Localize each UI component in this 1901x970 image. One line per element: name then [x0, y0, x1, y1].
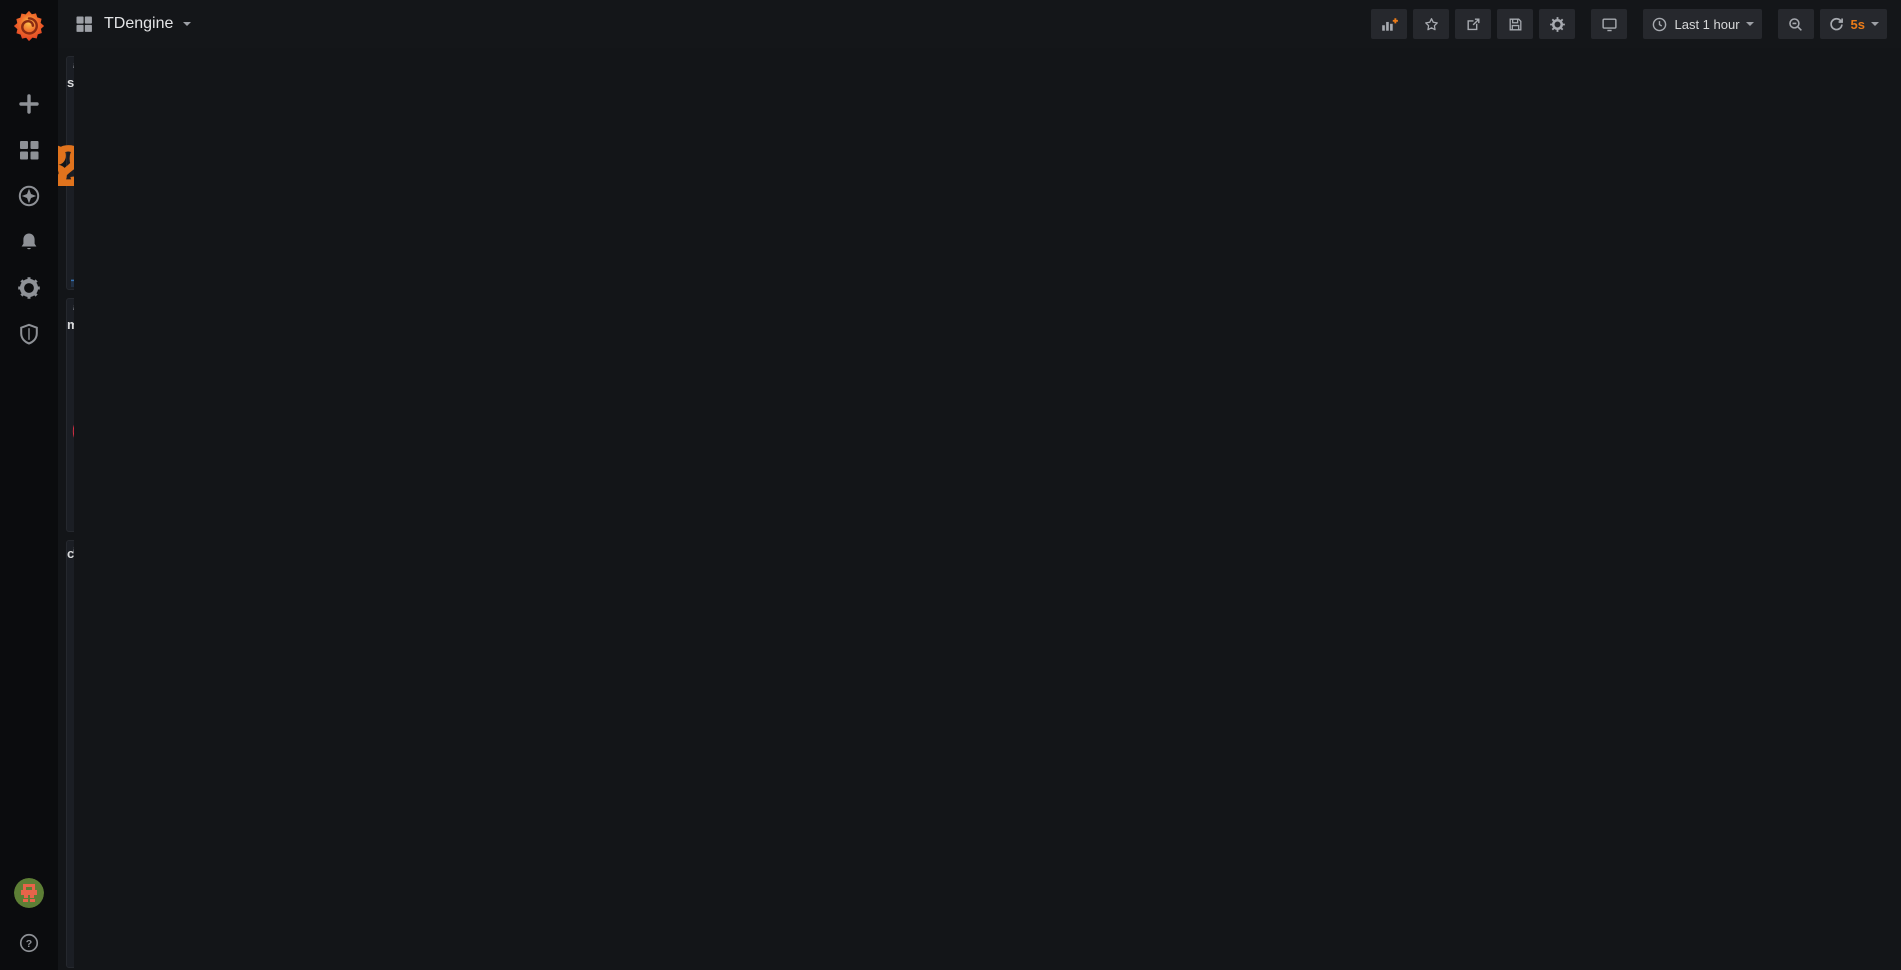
panel-body: 使用占比 18:1018:1518:2018:2518:3018:3518:40…: [67, 567, 74, 967]
dashboard: i req select 189 次数/min i req insert: [58, 48, 74, 970]
sidebar-server-admin-button[interactable]: [17, 322, 41, 346]
time-range-caret-icon: [1746, 22, 1754, 26]
avatar-image: [14, 878, 44, 908]
sidebar-explore-button[interactable]: [17, 184, 41, 208]
panel-info-icon[interactable]: i: [73, 543, 74, 555]
panel-info-icon[interactable]: i: [73, 301, 74, 313]
zoom-out-icon: [1787, 16, 1804, 33]
clock-icon: [1651, 16, 1668, 33]
sidebar: ?: [0, 0, 58, 970]
navbar: TDengine Last 1 hour 5s: [58, 0, 1901, 48]
sidebar-nav: [17, 92, 41, 878]
help-question-icon: ?: [18, 932, 40, 954]
cycle-view-button[interactable]: [1591, 9, 1627, 39]
save-floppy-icon: [1507, 16, 1524, 33]
title-caret-icon[interactable]: [183, 22, 191, 26]
singlestat-value: 233 次数/min: [58, 138, 74, 196]
user-avatar[interactable]: [14, 878, 44, 908]
dashboard-grid-icon: [74, 14, 94, 34]
refresh-picker[interactable]: 5s: [1820, 9, 1887, 39]
dashboards-grid-icon: [17, 138, 41, 162]
sidebar-bottom: ?: [14, 878, 44, 954]
alerting-bell-icon: [17, 230, 41, 254]
share-dashboard-button[interactable]: [1455, 9, 1491, 39]
svg-text:?: ?: [26, 938, 32, 950]
cpu-system-chart[interactable]: 18:1018:1518:2018:2518:3018:3518:4018:45…: [67, 567, 74, 967]
explore-compass-icon: [17, 184, 41, 208]
sidebar-create-button[interactable]: [17, 92, 41, 116]
gear-icon: [1549, 16, 1566, 33]
dashboard-title[interactable]: TDengine: [104, 15, 173, 33]
add-panel-icon: [1380, 15, 1399, 34]
configuration-gear-icon: [17, 276, 41, 300]
monitor-icon: [1601, 16, 1618, 33]
save-dashboard-button[interactable]: [1497, 9, 1533, 39]
plus-icon: [17, 92, 41, 116]
grafana-logo[interactable]: [0, 0, 58, 52]
panel-taosd-memery: i taosd memery 08020484096401 MB: [66, 298, 74, 532]
time-range-label: Last 1 hour: [1674, 17, 1739, 32]
panel-cpu-system: i cpu_system 使用占比 18:1018:1518:2018:2518…: [66, 540, 74, 968]
star-icon: [1423, 16, 1440, 33]
gauge-taosd-memery: 08020484096401 MB: [67, 325, 74, 531]
refresh-interval-label: 5s: [1851, 17, 1865, 32]
add-panel-button[interactable]: [1371, 9, 1407, 39]
sidebar-alerting-button[interactable]: [17, 230, 41, 254]
time-range-picker[interactable]: Last 1 hour: [1643, 9, 1761, 39]
grafana-logo-icon: [12, 9, 46, 43]
help-button[interactable]: ?: [18, 932, 40, 954]
sidebar-dashboards-button[interactable]: [17, 138, 41, 162]
star-dashboard-button[interactable]: [1413, 9, 1449, 39]
share-icon: [1465, 16, 1482, 33]
zoom-out-button[interactable]: [1778, 9, 1814, 39]
dashboard-settings-button[interactable]: [1539, 9, 1575, 39]
panel-info-icon[interactable]: i: [73, 59, 74, 71]
stat-number: 233: [58, 138, 74, 196]
navbar-left: TDengine: [74, 14, 191, 34]
grafana-app: ? TDengine Last 1 hour: [0, 0, 1901, 970]
shield-icon: [17, 322, 41, 346]
refresh-icon: [1828, 16, 1845, 33]
navbar-right: Last 1 hour 5s: [1365, 9, 1887, 39]
main-area: TDengine Last 1 hour 5s: [58, 0, 1901, 970]
refresh-caret-icon: [1871, 22, 1879, 26]
sidebar-configuration-button[interactable]: [17, 276, 41, 300]
